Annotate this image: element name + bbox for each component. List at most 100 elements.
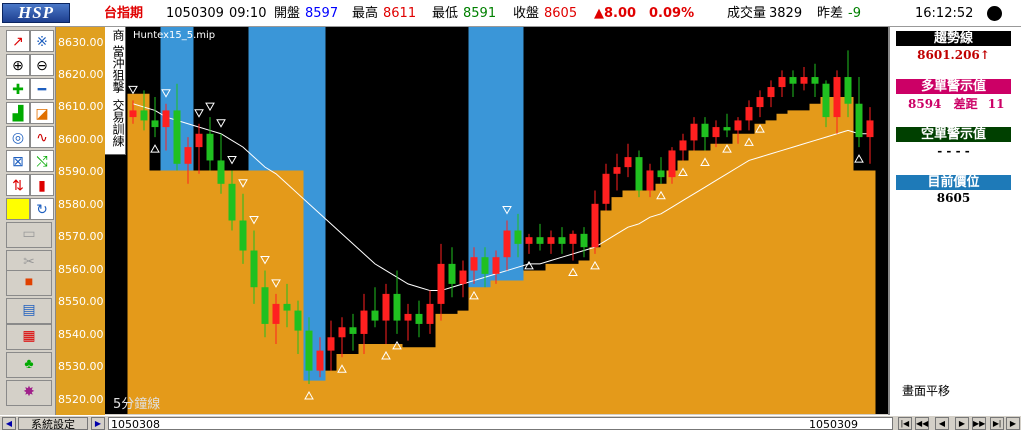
- candle-body: [283, 303, 291, 311]
- side-tab-daytrade[interactable]: 當沖狙擊: [107, 45, 125, 93]
- folder-icon[interactable]: ▭: [6, 222, 52, 248]
- candle-body: [778, 77, 786, 88]
- cross-chart-icon[interactable]: ⤭: [30, 150, 54, 172]
- y-tick: 8600.00: [58, 133, 104, 146]
- change-value: ▲8.00: [594, 6, 637, 21]
- open-label: 開盤: [274, 6, 301, 21]
- settings-button[interactable]: 系統設定: [18, 417, 88, 430]
- text-tool-icon[interactable]: ▟: [6, 102, 30, 124]
- candle-body: [591, 203, 599, 248]
- next-icon[interactable]: ▶: [955, 417, 969, 430]
- first-page-icon[interactable]: |◀: [898, 417, 912, 430]
- candle-body: [173, 110, 181, 164]
- wave-icon[interactable]: ∿: [30, 126, 54, 148]
- candle-body: [228, 183, 236, 221]
- refresh-icon[interactable]: ↻: [30, 198, 54, 220]
- x-start-label: 1050308: [111, 418, 160, 430]
- last-page-icon[interactable]: ▶|: [990, 417, 1004, 430]
- candle-body: [448, 263, 456, 284]
- rewind-icon[interactable]: ◀◀: [915, 417, 929, 430]
- candle-icon[interactable]: ▮: [30, 174, 54, 196]
- candle-body: [195, 133, 203, 148]
- candle-body: [360, 310, 368, 334]
- candle-body: [580, 233, 588, 248]
- fibonacci-tool-icon[interactable]: ※: [30, 30, 54, 52]
- current-price-label: 目前價位: [896, 175, 1011, 190]
- burst-icon[interactable]: ✸: [6, 380, 52, 406]
- volume-label: 成交量: [727, 6, 767, 21]
- side-tabs: 商 當沖狙擊 交易訓練: [105, 27, 126, 155]
- candle-body: [382, 293, 390, 321]
- close-label: 收盤: [513, 6, 540, 21]
- candle-body: [492, 257, 500, 274]
- up-down-icon[interactable]: ⇅: [6, 174, 30, 196]
- gloves-icon[interactable]: ♣: [6, 352, 52, 378]
- candle-body: [690, 123, 698, 141]
- short-alert-label: 空單警示值: [896, 127, 1011, 142]
- long-alert-value: 8594: [908, 97, 942, 111]
- current-price-value: 8605: [936, 191, 971, 205]
- candle-body: [250, 250, 258, 288]
- candle-body: [338, 327, 346, 338]
- candlestick-chart[interactable]: 商 當沖狙擊 交易訓練 Huntex15_5.mip 5分鐘線: [105, 27, 888, 414]
- high-label: 最高: [352, 6, 379, 21]
- candle-body: [657, 170, 665, 178]
- close-icon[interactable]: [987, 6, 1002, 21]
- trend-label: 趨勢線: [896, 31, 1011, 46]
- indicator-icon[interactable]: ◎: [6, 126, 30, 148]
- fast-forward-icon[interactable]: ▶▶: [972, 417, 986, 430]
- candle-body: [866, 120, 874, 138]
- scroll-right-small-icon[interactable]: ▶: [91, 417, 105, 430]
- compare-icon[interactable]: ⊠: [6, 150, 30, 172]
- pan-note[interactable]: 畫面平移: [902, 382, 950, 399]
- side-tab-training[interactable]: 交易訓練: [107, 99, 125, 147]
- indicator-panel: 趨勢線 8601.206↑ 多單警示值 8594 差距 11 空單警示值 - -…: [888, 27, 1021, 415]
- candle-body: [272, 303, 280, 324]
- low-label: 最低: [432, 6, 459, 21]
- y-tick: 8520.00: [58, 393, 104, 406]
- side-tab-product[interactable]: 商: [107, 29, 125, 41]
- candle-body: [811, 77, 819, 84]
- candle-body: [437, 263, 445, 304]
- candle-body: [679, 140, 687, 151]
- pen-tool-icon[interactable]: ◪: [30, 102, 54, 124]
- y-tick: 8620.00: [58, 68, 104, 81]
- price-axis: 8630.00 8620.00 8610.00 8600.00 8590.00 …: [56, 27, 105, 415]
- close-value: 8605: [544, 6, 578, 21]
- candle-body: [140, 110, 148, 121]
- candle-body: [514, 230, 522, 244]
- horizontal-line-icon[interactable]: ━: [30, 78, 54, 100]
- end-icon[interactable]: ▶: [1006, 417, 1020, 430]
- candle-body: [151, 120, 159, 128]
- prev-icon[interactable]: ◀: [935, 417, 949, 430]
- trendline-tool-icon[interactable]: ↗: [6, 30, 30, 52]
- candle-body: [646, 170, 654, 191]
- zoom-out-icon[interactable]: ⊖: [30, 54, 54, 76]
- candle-body: [426, 303, 434, 324]
- low-value: 8591: [463, 6, 497, 21]
- gap-value: 11: [987, 97, 1005, 111]
- document-icon[interactable]: ▤: [6, 298, 52, 324]
- candle-body: [602, 173, 610, 204]
- left-scroll-icon[interactable]: ◀: [2, 417, 16, 430]
- stop-icon[interactable]: ■: [6, 270, 52, 296]
- volume-value: 3829: [769, 6, 803, 21]
- y-tick: 8530.00: [58, 360, 104, 373]
- candle-body: [756, 97, 764, 108]
- candle-body: [558, 237, 566, 244]
- candle-body: [162, 110, 170, 128]
- zoom-in-icon[interactable]: ⊕: [6, 54, 30, 76]
- crosshair-icon[interactable]: ✚: [6, 78, 30, 100]
- candle-body: [525, 237, 533, 244]
- spread-label: 昨差: [817, 6, 844, 21]
- spread-value: -9: [848, 6, 861, 21]
- candle-body: [833, 77, 841, 118]
- chart-canvas: [127, 27, 876, 414]
- candle-body: [789, 77, 797, 84]
- grid-icon[interactable]: ▦: [6, 324, 52, 350]
- color-swatch[interactable]: [6, 198, 30, 220]
- candle-body: [624, 157, 632, 168]
- symbol-label: 台指期: [104, 6, 144, 21]
- hsp-logo: HSP: [2, 3, 70, 23]
- long-alert-label: 多單警示值: [896, 79, 1011, 94]
